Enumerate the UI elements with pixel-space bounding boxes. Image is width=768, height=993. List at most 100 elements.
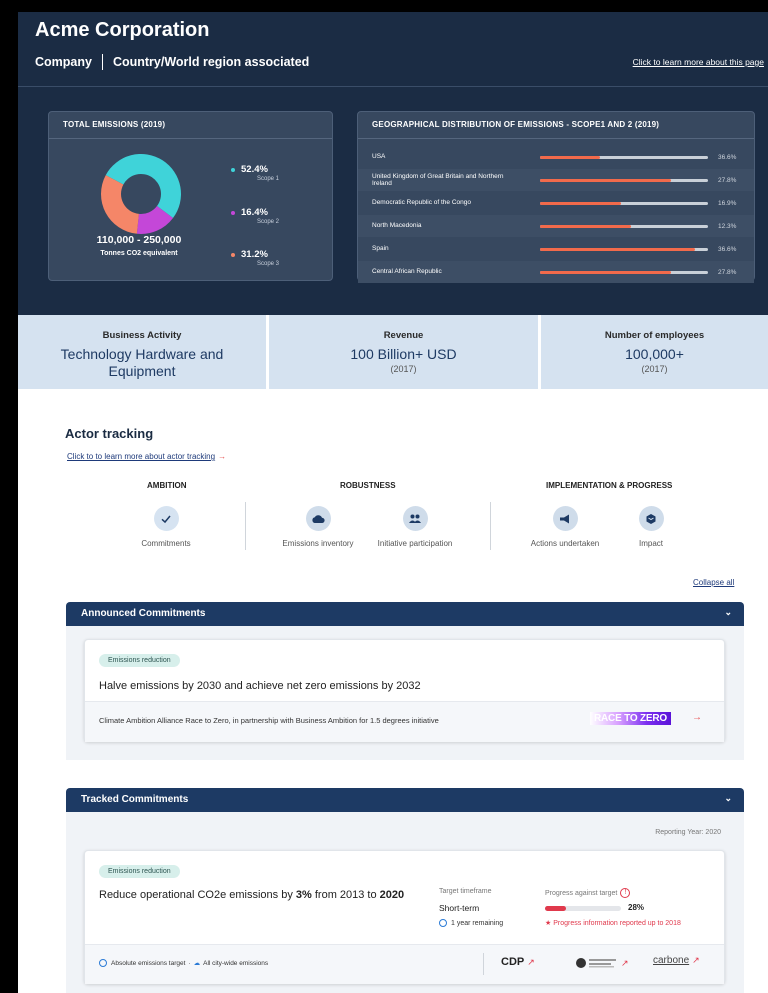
progress-value: 28% — [628, 903, 645, 912]
group-implementation: IMPLEMENTATION & PROGRESS — [546, 481, 673, 490]
geo-bar — [540, 155, 708, 159]
stat-value: 100 Billion+ USD — [350, 346, 457, 362]
remaining-text: 1 year remaining — [451, 919, 504, 927]
actor-tracking-link[interactable]: Click to to learn more about actor track… — [67, 452, 226, 461]
initiative-text: Climate Ambition Alliance Race to Zero, … — [99, 716, 439, 725]
tracked-commitments-header[interactable]: Tracked Commitments ⌄ — [66, 788, 744, 812]
timeframe-value: Short-term — [439, 903, 480, 913]
scope-3-pct: 31.2% — [241, 249, 268, 260]
stat-value: 100,000+ — [625, 346, 684, 362]
carbone-logo: carbone — [653, 955, 690, 966]
external-link-icon: ↗ — [692, 955, 700, 965]
geo-row: United Kingdom of Great Britain and Nort… — [358, 169, 754, 191]
track-label: Commitments — [141, 539, 191, 548]
target-info: Absolute emissions target · ☁ All city-w… — [99, 959, 268, 967]
track-emissions-inventory[interactable]: Emissions inventory — [273, 506, 363, 550]
stat-label: Revenue — [383, 330, 424, 341]
company-stats: Business Activity Technology Hardware an… — [18, 315, 768, 389]
total-emissions-card: TOTAL EMISSIONS (2019) 110,000 - 250,000… — [48, 111, 333, 281]
geo-country: Democratic Republic of the Congo — [372, 199, 471, 207]
tracked-footer: Absolute emissions target · ☁ All city-w… — [85, 944, 724, 984]
external-link-icon: ↗ — [621, 957, 629, 968]
geo-value: 16.9% — [718, 199, 737, 207]
arrow-right-icon[interactable]: → — [692, 712, 702, 723]
external-link-icon: ↗ — [527, 956, 535, 967]
chevron-down-icon[interactable]: ⌄ — [724, 607, 732, 618]
donut-slice-scope-3 — [101, 175, 139, 234]
track-initiative-participation[interactable]: Initiative participation — [370, 506, 460, 550]
collapse-all-link[interactable]: Collapse all — [693, 578, 734, 587]
divider — [490, 502, 491, 550]
stat-business-activity: Business Activity Technology Hardware an… — [18, 315, 266, 389]
scope-2-label: Scope 2 — [257, 219, 280, 225]
geo-row: North Macedonia 12.3% — [358, 215, 754, 237]
progress-fill — [545, 906, 567, 911]
legend-scope-1: 52.4% Scope 1 — [231, 164, 301, 182]
geo-country: North Macedonia — [372, 222, 422, 230]
legend-dot — [231, 167, 235, 172]
scope-1-pct: 52.4% — [241, 164, 268, 175]
clock-icon — [439, 919, 447, 927]
tracked-commitments-title: Tracked Commitments — [81, 794, 189, 805]
megaphone-icon — [552, 506, 578, 531]
stat-value: Technology Hardware and Equipment — [60, 346, 224, 379]
learn-more-link[interactable]: Click to learn more about this page — [633, 57, 764, 67]
carbone-logo-link[interactable]: carbone ↗ — [653, 955, 700, 966]
partner-logo — [576, 958, 616, 968]
commitment-text: Halve emissions by 2030 and achieve net … — [99, 680, 421, 692]
track-actions-undertaken[interactable]: Actions undertaken — [520, 506, 610, 550]
target-type: Absolute emissions target — [111, 959, 186, 967]
legend-dot — [231, 210, 235, 215]
emissions-reduction-tag: Emissions reduction — [99, 654, 180, 667]
geo-bar-fill — [540, 178, 672, 182]
people-icon — [402, 506, 428, 531]
legend-dot — [231, 252, 235, 257]
geo-title: GEOGRAPHICAL DISTRIBUTION OF EMISSIONS -… — [358, 112, 754, 139]
track-impact[interactable]: Impact — [606, 506, 696, 550]
geo-bar — [540, 178, 708, 182]
geo-value: 36.6% — [718, 245, 737, 253]
arrow-right-icon: → — [218, 452, 227, 461]
geo-value: 27.8% — [718, 268, 737, 276]
geo-value: 12.3% — [718, 222, 737, 230]
race-to-zero-logo: RACE TO ZERO — [590, 712, 671, 725]
geo-row: Democratic Republic of the Congo 16.9% — [358, 192, 754, 214]
impact-icon — [638, 506, 664, 531]
entity-type: Company — [35, 55, 92, 69]
emissions-donut-chart — [101, 153, 182, 234]
cdp-logo-link[interactable]: CDP ↗ — [501, 956, 535, 968]
emissions-range: 110,000 - 250,000 — [96, 234, 182, 246]
stat-revenue: Revenue 100 Billion+ USD (2017) — [269, 315, 538, 389]
target-icon — [99, 959, 107, 967]
group-robustness: ROBUSTNESS — [340, 481, 396, 490]
emissions-unit: Tonnes CO2 equivalent — [100, 250, 178, 257]
track-label: Initiative participation — [377, 539, 453, 548]
track-commitments[interactable]: Commitments — [121, 506, 211, 550]
geographical-distribution-card: GEOGRAPHICAL DISTRIBUTION OF EMISSIONS -… — [357, 111, 755, 283]
geo-bar-fill — [540, 224, 631, 228]
info-icon[interactable]: ! — [620, 888, 631, 898]
star-icon: ★ — [545, 920, 552, 927]
progress-label: Progress against target — [545, 889, 618, 897]
progress-label-row: Progress against target ! — [545, 888, 631, 898]
stat-year: (2017) — [390, 364, 417, 374]
track-label: Impact — [638, 539, 663, 548]
company-name: Acme Corporation — [35, 19, 210, 41]
separator: · — [188, 959, 191, 967]
progress-note: ★ Progress information reported up to 20… — [545, 919, 681, 927]
geo-row: USA 36.6% — [358, 146, 754, 168]
scope-1-label: Scope 1 — [257, 176, 280, 182]
chevron-down-icon[interactable]: ⌄ — [724, 793, 732, 804]
page: Acme Corporation Company Country/World r… — [18, 12, 768, 993]
announced-commitments-header[interactable]: Announced Commitments ⌄ — [66, 602, 744, 626]
geo-value: 27.8% — [718, 176, 737, 184]
progress-note-text: Progress information reported up to 2018 — [553, 920, 681, 927]
actor-tracking-title: Actor tracking — [65, 426, 154, 441]
partner-logo-link[interactable]: ↗ — [574, 956, 629, 970]
stat-label: Number of employees — [604, 330, 705, 341]
geo-country: USA — [372, 153, 386, 161]
geo-bar — [540, 247, 708, 251]
geo-bar — [540, 270, 708, 274]
divider — [18, 86, 768, 87]
check-icon — [153, 506, 179, 531]
